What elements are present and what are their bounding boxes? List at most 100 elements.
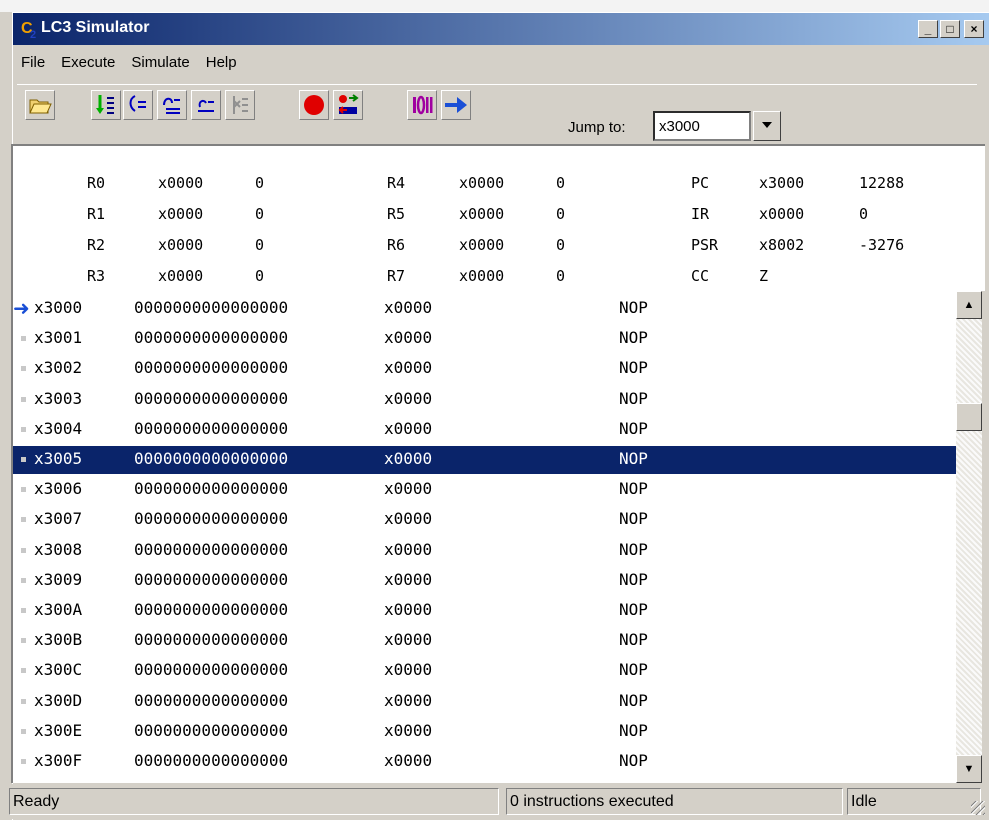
jump-to-dropdown[interactable] bbox=[753, 111, 781, 141]
register-dec: 0 bbox=[255, 267, 265, 285]
memory-hex: x0000 bbox=[384, 569, 433, 589]
memory-instr: NOP bbox=[619, 720, 648, 740]
register-dec: 0 bbox=[556, 267, 566, 285]
memory-instr: NOP bbox=[619, 660, 648, 680]
breakpoint-marker-icon[interactable] bbox=[21, 577, 26, 583]
finish-icon bbox=[233, 96, 248, 114]
memory-bin: 0000000000000000 bbox=[134, 328, 289, 348]
step-out-button[interactable] bbox=[157, 90, 187, 120]
memory-hex: x0000 bbox=[384, 358, 433, 378]
register-name: PSR bbox=[691, 236, 719, 254]
jump-to-input[interactable]: x3000 bbox=[653, 111, 751, 141]
memory-addr: x3002 bbox=[34, 358, 83, 378]
register-hex: x0000 bbox=[158, 236, 204, 254]
run-to-cursor-button[interactable] bbox=[191, 90, 221, 120]
memory-row[interactable]: x3008 0000000000000000 x0000 NOP bbox=[13, 537, 958, 565]
breakpoint-marker-icon[interactable] bbox=[21, 547, 26, 553]
close-button[interactable]: × bbox=[964, 20, 984, 38]
menu-help[interactable]: Help bbox=[198, 54, 245, 71]
memory-addr: x300A bbox=[34, 600, 83, 619]
register-hex: x0000 bbox=[459, 205, 505, 223]
step-out-icon bbox=[163, 97, 180, 114]
memory-addr: x3001 bbox=[34, 328, 83, 348]
open-file-button[interactable] bbox=[25, 90, 55, 120]
memory-row[interactable]: x300F 0000000000000000 x0000 NOP bbox=[13, 748, 958, 776]
memory-row[interactable]: x300A 0000000000000000 x0000 NOP bbox=[13, 597, 958, 625]
memory-row[interactable]: x300C 0000000000000000 x0000 NOP bbox=[13, 657, 958, 685]
memory-bin: 0000000000000000 bbox=[134, 660, 289, 680]
status-instructions: 0 instructions executed bbox=[506, 788, 843, 815]
step-over-button[interactable] bbox=[123, 90, 153, 120]
register-hex: x0000 bbox=[459, 236, 505, 254]
memory-row[interactable]: x3007 0000000000000000 x0000 NOP bbox=[13, 506, 958, 534]
memory-row[interactable]: ➜ x3000 0000000000000000 x0000 NOP bbox=[13, 295, 958, 323]
memory-row[interactable]: x3009 0000000000000000 x0000 NOP bbox=[13, 567, 958, 595]
memory-row[interactable]: x300E 0000000000000000 x0000 NOP bbox=[13, 718, 958, 746]
memory-instr: NOP bbox=[619, 690, 648, 710]
memory-instr: NOP bbox=[619, 479, 648, 499]
go-arrow-icon bbox=[445, 97, 467, 113]
breakpoint-marker-icon[interactable] bbox=[21, 426, 26, 432]
menu-simulate[interactable]: Simulate bbox=[123, 54, 197, 71]
lc3-window: C2 LC3 Simulator _ □ × File Execute Simu… bbox=[11, 12, 989, 820]
memory-instr: NOP bbox=[619, 298, 648, 317]
memory-row[interactable]: x3002 0000000000000000 x0000 NOP bbox=[13, 355, 958, 383]
memory-row[interactable]: x3005 0000000000000000 x0000 NOP bbox=[13, 446, 958, 474]
register-hex: x0000 bbox=[459, 174, 505, 192]
register-dec: -3276 bbox=[859, 236, 905, 254]
breakpoint-marker-icon[interactable] bbox=[21, 336, 26, 342]
breakpoint-marker-icon[interactable] bbox=[21, 728, 26, 734]
binary-view-button[interactable] bbox=[407, 90, 437, 120]
memory-hex: x0000 bbox=[384, 660, 433, 680]
step-in-button[interactable] bbox=[91, 90, 121, 120]
menu-file[interactable]: File bbox=[13, 54, 53, 71]
memory-hex: x0000 bbox=[384, 449, 433, 468]
title-bar[interactable]: C2 LC3 Simulator _ □ × bbox=[13, 13, 989, 45]
scroll-up-button[interactable]: ▲ bbox=[956, 291, 982, 319]
memory-row[interactable]: x300D 0000000000000000 x0000 NOP bbox=[13, 688, 958, 716]
menu-execute[interactable]: Execute bbox=[53, 54, 123, 71]
minimize-button[interactable]: _ bbox=[918, 20, 938, 38]
breakpoint-marker-icon[interactable] bbox=[21, 698, 26, 704]
scroll-thumb[interactable] bbox=[956, 403, 982, 431]
breakpoint-marker-icon[interactable] bbox=[21, 638, 26, 644]
register-name: R4 bbox=[387, 174, 406, 192]
breakpoint-marker-icon[interactable] bbox=[21, 668, 26, 674]
scroll-down-button[interactable]: ▼ bbox=[956, 755, 982, 783]
breakpoint-marker-icon[interactable] bbox=[21, 487, 26, 493]
menu-bar: File Execute Simulate Help bbox=[13, 45, 989, 79]
lc3-app-icon[interactable]: C2 bbox=[21, 20, 39, 41]
memory-instr: NOP bbox=[619, 388, 648, 408]
memory-scrollbar[interactable]: ▲ ▼ bbox=[956, 291, 982, 783]
memory-addr: x3005 bbox=[34, 449, 83, 468]
breakpoint-marker-icon[interactable] bbox=[21, 759, 26, 764]
memory-row[interactable]: x300B 0000000000000000 x0000 NOP bbox=[13, 627, 958, 655]
memory-instr: NOP bbox=[619, 751, 648, 770]
toggle-breakpoint-button[interactable] bbox=[333, 90, 363, 120]
jump-to-label: Jump to: bbox=[568, 119, 626, 136]
breakpoint-button[interactable] bbox=[299, 90, 329, 120]
memory-row[interactable]: x3003 0000000000000000 x0000 NOP bbox=[13, 386, 958, 414]
memory-bin: 0000000000000000 bbox=[134, 298, 289, 317]
breakpoint-marker-icon[interactable] bbox=[21, 608, 26, 613]
memory-row[interactable]: x3001 0000000000000000 x0000 NOP bbox=[13, 325, 958, 353]
step-in-icon bbox=[96, 95, 114, 114]
register-dec: 12288 bbox=[859, 174, 905, 192]
window-title: LC3 Simulator bbox=[41, 19, 150, 36]
maximize-button[interactable]: □ bbox=[940, 20, 960, 38]
breakpoint-marker-icon[interactable] bbox=[21, 457, 26, 462]
memory-hex: x0000 bbox=[384, 509, 433, 529]
breakpoint-marker-icon[interactable] bbox=[21, 366, 26, 372]
memory-hex: x0000 bbox=[384, 418, 433, 438]
go-button[interactable] bbox=[441, 90, 471, 120]
finish-button[interactable] bbox=[225, 90, 255, 120]
memory-row[interactable]: x3006 0000000000000000 x0000 NOP bbox=[13, 476, 958, 504]
register-name: R6 bbox=[387, 236, 406, 254]
memory-hex: x0000 bbox=[384, 328, 433, 348]
resize-grip[interactable] bbox=[971, 801, 985, 815]
toggle-breakpoint-icon bbox=[338, 94, 359, 114]
breakpoint-marker-icon[interactable] bbox=[21, 517, 26, 523]
breakpoint-marker-icon[interactable] bbox=[21, 396, 26, 402]
register-dec: 0 bbox=[556, 174, 566, 192]
memory-row[interactable]: x3004 0000000000000000 x0000 NOP bbox=[13, 416, 958, 444]
